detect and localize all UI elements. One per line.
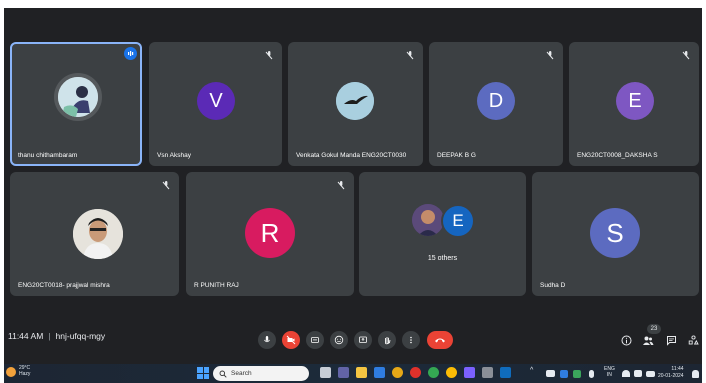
chrome-profile-icon[interactable] — [446, 367, 457, 378]
app-icon[interactable] — [392, 367, 403, 378]
chrome-icon[interactable] — [428, 367, 439, 378]
mail-icon[interactable] — [500, 367, 511, 378]
avatar — [412, 204, 444, 236]
end-call-icon — [435, 338, 445, 343]
mic-off-icon — [406, 51, 414, 60]
info-button[interactable] — [619, 333, 633, 347]
participant-tile[interactable]: R R PUNITH RAJ — [186, 172, 354, 296]
activities-button[interactable] — [686, 333, 700, 347]
avatar: S — [590, 208, 640, 258]
search-icon — [219, 370, 227, 378]
participant-tile[interactable]: D DEEPAK B G — [429, 42, 563, 166]
mic-off-icon — [337, 181, 345, 190]
windows-start-icon[interactable] — [197, 367, 209, 379]
emoji-button[interactable] — [330, 331, 348, 349]
search-placeholder: Search — [231, 370, 252, 377]
participant-tile[interactable]: S Sudha D — [532, 172, 699, 296]
weather-desc: Hazy — [19, 370, 31, 377]
settings-icon[interactable] — [482, 367, 493, 378]
present-button[interactable] — [354, 331, 372, 349]
others-count: 15 others — [427, 255, 458, 262]
clock-time: 11:44 — [671, 366, 684, 372]
avatar — [54, 73, 102, 121]
participant-name: R PUNITH RAJ — [194, 282, 239, 289]
system-clock[interactable]: 11:44 20-01-2024 — [658, 366, 684, 380]
speaking-indicator-icon — [124, 47, 137, 60]
participant-tile[interactable]: E ENG20CT0008_DAKSHA S — [569, 42, 699, 166]
meeting-info: 11:44 AM | hnj-ufqq-mgy — [8, 331, 105, 341]
notification-bell-icon[interactable] — [692, 370, 699, 378]
lang-bottom: IN — [606, 372, 612, 378]
info-icon — [621, 335, 631, 345]
participant-name: ENG20CT0008_DAKSHA S — [577, 152, 658, 159]
chat-icon — [666, 335, 676, 346]
participant-tile[interactable]: V Vsn Akshay — [149, 42, 282, 166]
avatar — [73, 209, 123, 259]
meet-window: thanu chithambaram V Vsn Akshay Venkata … — [4, 8, 702, 364]
taskbar-search-box[interactable]: Search — [213, 366, 309, 381]
tray-mic-icon[interactable] — [589, 370, 594, 378]
tray-chevron-icon[interactable]: ^ — [530, 367, 541, 378]
participant-tile[interactable]: Venkata Gokul Manda ENG20CT0030 — [288, 42, 423, 166]
raise-hand-button[interactable] — [378, 331, 396, 349]
meeting-code: hnj-ufqq-mgy — [55, 331, 106, 341]
activities-icon — [688, 334, 699, 344]
weather-sun-icon — [6, 366, 16, 377]
participant-name: DEEPAK B G — [437, 152, 476, 159]
store-icon[interactable] — [374, 367, 385, 378]
camera-off-icon — [286, 335, 296, 345]
separator: | — [48, 331, 51, 341]
wifi-icon[interactable] — [622, 370, 630, 377]
end-call-button[interactable] — [427, 331, 453, 349]
people-icon — [643, 336, 654, 345]
participant-name: ENG20CT0018- prajjwal mishra — [18, 282, 110, 289]
captions-button[interactable] — [306, 331, 324, 349]
mic-off-icon — [162, 181, 170, 190]
emoji-icon — [334, 335, 344, 345]
avatar: D — [477, 82, 515, 120]
battery-icon[interactable] — [646, 371, 655, 377]
tray-app2-icon[interactable] — [573, 370, 581, 378]
present-icon — [359, 336, 367, 343]
task-view-icon[interactable] — [320, 367, 331, 378]
tray-app-icon[interactable] — [560, 370, 568, 378]
more-options-icon — [410, 336, 412, 344]
camera-button[interactable] — [282, 331, 300, 349]
file-explorer-icon[interactable] — [356, 367, 367, 378]
chat-app-icon[interactable] — [338, 367, 349, 378]
clock-date: 20-01-2024 — [658, 373, 684, 379]
people-button[interactable] — [641, 333, 655, 347]
opera-icon[interactable] — [410, 367, 421, 378]
volume-icon[interactable] — [634, 370, 642, 377]
captions-icon — [311, 337, 319, 343]
participant-tile[interactable]: ENG20CT0018- prajjwal mishra — [10, 172, 179, 296]
raise-hand-icon — [385, 337, 391, 345]
language-indicator[interactable]: ENG IN — [604, 366, 615, 378]
mic-off-icon — [265, 51, 273, 60]
avatar — [336, 82, 374, 120]
more-options-button[interactable] — [402, 331, 420, 349]
mic-off-icon — [546, 51, 554, 60]
participant-name: Vsn Akshay — [157, 152, 191, 159]
weather-widget[interactable]: 29°C Hazy — [6, 365, 31, 377]
participant-tile[interactable]: thanu chithambaram — [10, 42, 142, 166]
photos-icon[interactable] — [464, 367, 475, 378]
taskbar — [4, 364, 702, 383]
avatar: V — [197, 82, 235, 120]
participant-name: Sudha D — [540, 282, 566, 289]
mic-icon — [264, 336, 270, 343]
participant-name: thanu chithambaram — [18, 152, 78, 159]
avatar: R — [245, 208, 295, 258]
tray-cloud-icon[interactable] — [546, 370, 555, 377]
others-tile[interactable]: E 15 others — [359, 172, 526, 296]
avatar: E — [441, 204, 475, 238]
chat-button[interactable] — [664, 333, 678, 347]
meeting-time: 11:44 AM — [8, 331, 44, 341]
avatar: E — [616, 82, 654, 120]
participant-name: Venkata Gokul Manda ENG20CT0030 — [296, 152, 407, 159]
mic-off-icon — [682, 51, 690, 60]
mic-button[interactable] — [258, 331, 276, 349]
